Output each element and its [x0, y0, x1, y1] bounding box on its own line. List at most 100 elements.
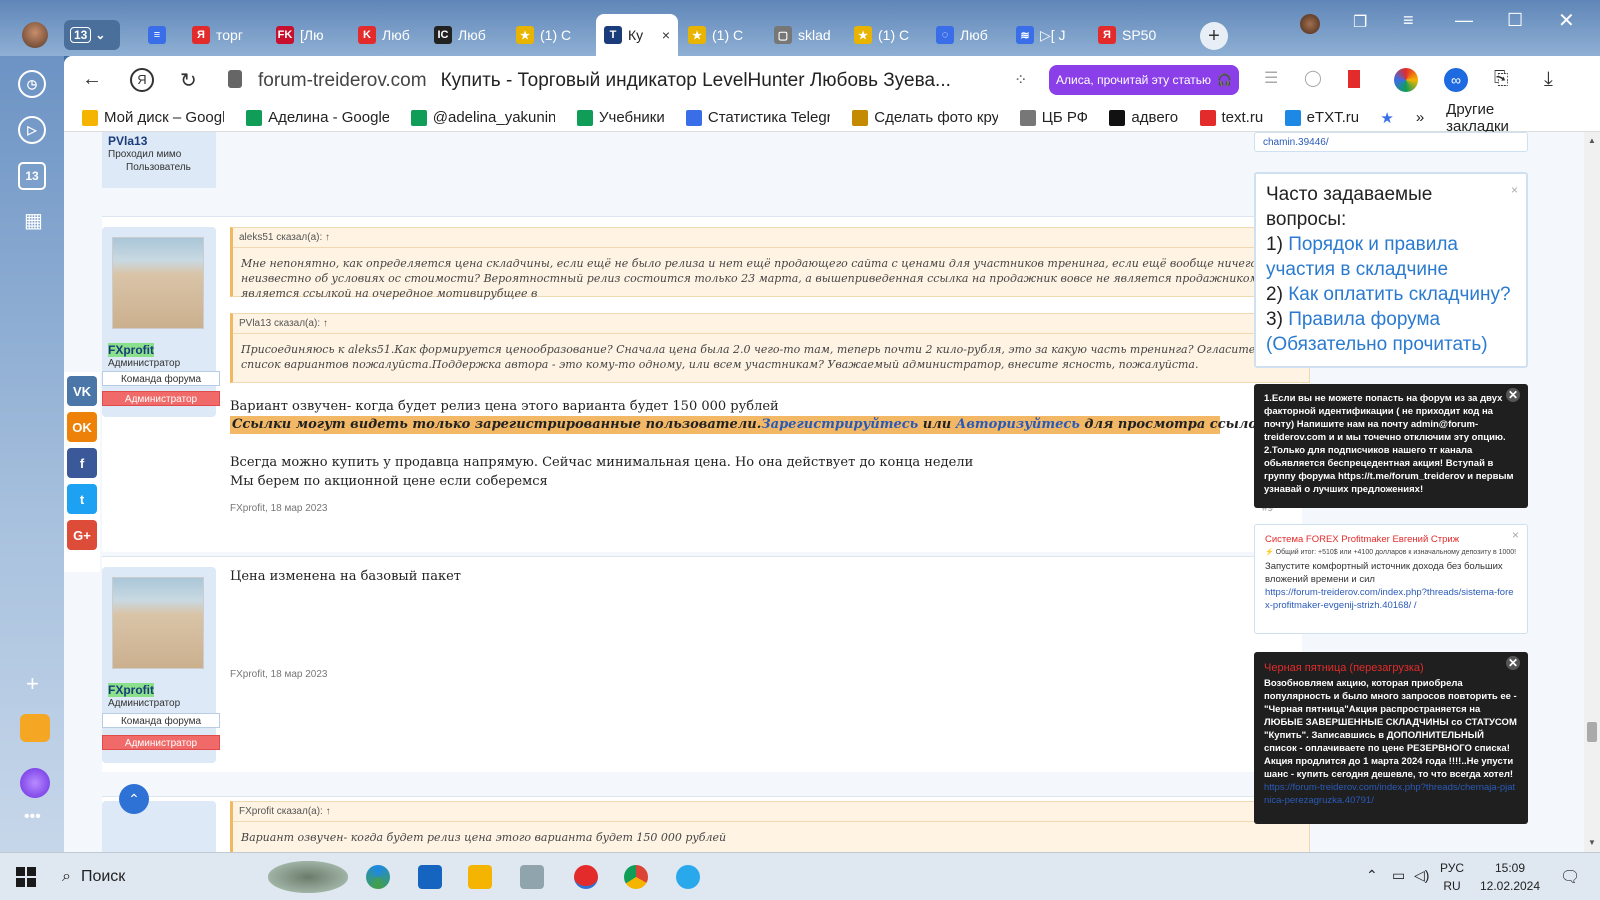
- faq-link[interactable]: Правила форума (Обязательно прочитать): [1266, 309, 1488, 355]
- bookmark-flag-icon[interactable]: [1348, 70, 1360, 88]
- download-icon[interactable]: ⤓: [1544, 68, 1553, 91]
- scrollbar-thumb[interactable]: [1587, 722, 1597, 742]
- google-plus-share-icon[interactable]: G+: [67, 520, 97, 550]
- tab[interactable]: ★ (1) С: [680, 16, 758, 54]
- close-icon[interactable]: ×: [1511, 178, 1518, 203]
- author-name[interactable]: FXprofit: [108, 343, 154, 357]
- bookmarks-more-button[interactable]: »: [1416, 109, 1424, 126]
- tab-active[interactable]: T Ку ×: [596, 14, 678, 56]
- faq-link[interactable]: Порядок и правила участия в складчине: [1266, 234, 1458, 280]
- twitter-share-icon[interactable]: t: [67, 484, 97, 514]
- alice-icon[interactable]: [20, 768, 50, 798]
- scroll-up-arrow[interactable]: ▲: [1588, 136, 1596, 145]
- author-name[interactable]: FXprofit: [108, 683, 154, 697]
- language-indicator[interactable]: РУС RU: [1440, 859, 1464, 895]
- add-panel-icon[interactable]: +: [26, 671, 39, 697]
- ok-share-icon[interactable]: OK: [67, 412, 97, 442]
- star-bookmark-icon[interactable]: ★: [1380, 109, 1393, 127]
- tab[interactable]: ★ (1) С: [508, 16, 586, 54]
- register-link[interactable]: Зарегистрируйтесь: [761, 417, 918, 432]
- bookmark-item[interactable]: eTXT.ru: [1284, 109, 1358, 126]
- collections-toolbar-icon[interactable]: ⎘: [1494, 68, 1508, 89]
- tab[interactable]: IC Люб: [426, 16, 504, 54]
- tab[interactable]: ▢ sklad: [766, 16, 844, 54]
- telegram-icon[interactable]: [676, 865, 700, 889]
- tab[interactable]: FK [Лю: [268, 16, 346, 54]
- close-window-icon[interactable]: ✕: [1558, 8, 1575, 33]
- quote-author[interactable]: PVla13 сказал(а): ↑: [233, 314, 1309, 334]
- back-icon[interactable]: ←: [82, 68, 102, 91]
- alice-read-button[interactable]: Алиса, прочитай эту статью 🎧: [1049, 65, 1239, 95]
- yandex-home-icon[interactable]: Я: [130, 68, 154, 92]
- bookmark-item[interactable]: Сделать фото кру: [852, 109, 998, 126]
- history-icon[interactable]: ◷: [18, 70, 46, 98]
- url-text[interactable]: forum-treiderov.com: [258, 70, 427, 92]
- ext-infinity-icon[interactable]: ∞: [1444, 68, 1468, 92]
- extensions-grid-icon[interactable]: ⁘: [1014, 70, 1027, 90]
- bookmark-item[interactable]: ЦБ РФ: [1019, 109, 1087, 126]
- tab[interactable]: Я SP50: [1090, 16, 1168, 54]
- faq-link[interactable]: Как оплатить складчину?: [1288, 284, 1510, 305]
- widget-link[interactable]: chamin.39446/: [1263, 137, 1329, 148]
- notifications-icon[interactable]: 🗨: [1560, 867, 1580, 887]
- forex-title[interactable]: Система FOREX Profitmaker Евгений Стриж: [1265, 533, 1517, 546]
- photos-app-icon[interactable]: [520, 865, 544, 889]
- tab[interactable]: Яторг: [184, 16, 262, 54]
- menu-icon[interactable]: ≡: [1403, 10, 1414, 31]
- quote-author[interactable]: FXprofit сказал(а): ↑: [233, 802, 1309, 822]
- file-explorer-icon[interactable]: [468, 865, 492, 889]
- ext-compass-icon[interactable]: [1394, 68, 1418, 92]
- scroll-top-button[interactable]: ⌃: [119, 784, 149, 814]
- bf-link[interactable]: https://forum-treiderov.com/index.php?th…: [1264, 781, 1518, 807]
- video-icon[interactable]: ▷: [18, 116, 46, 144]
- maximize-icon[interactable]: ☐: [1507, 10, 1523, 31]
- other-bookmarks-folder[interactable]: Другие закладки: [1446, 101, 1560, 135]
- bookmark-item[interactable]: Учебники: [577, 109, 664, 126]
- close-icon[interactable]: ✕: [1506, 656, 1520, 670]
- vk-share-icon[interactable]: VK: [67, 376, 97, 406]
- bookmark-item[interactable]: @adelina_yakunin: [410, 109, 555, 126]
- edge-icon[interactable]: [366, 865, 390, 889]
- tab-count-button[interactable]: 13 ⌄: [64, 20, 120, 50]
- mail-icon[interactable]: [20, 714, 50, 742]
- user-avatar-small[interactable]: [1300, 14, 1320, 34]
- new-tab-button[interactable]: +: [1200, 22, 1228, 50]
- news-app-icon[interactable]: [418, 865, 442, 889]
- chrome-icon[interactable]: [624, 865, 648, 889]
- close-icon[interactable]: ✕: [1506, 388, 1520, 402]
- post-meta[interactable]: FXprofit, 18 мар 2023: [230, 669, 328, 680]
- tray-chevron-icon[interactable]: ⌃: [1366, 867, 1378, 884]
- yandex-browser-icon[interactable]: [574, 865, 598, 889]
- profile-avatar[interactable]: [22, 22, 48, 48]
- facebook-share-icon[interactable]: f: [67, 448, 97, 478]
- more-icon[interactable]: •••: [24, 808, 41, 826]
- tab[interactable]: ★ (1) С: [846, 16, 924, 54]
- tabs-count-icon[interactable]: 13: [18, 162, 46, 190]
- tab[interactable]: ≋ ▷[ J: [1008, 16, 1086, 54]
- page-scrollbar[interactable]: ▲ ▼: [1584, 132, 1600, 852]
- bookmark-item[interactable]: Статистика Telegr: [685, 109, 830, 126]
- scroll-down-arrow[interactable]: ▼: [1588, 838, 1596, 847]
- minimize-icon[interactable]: —: [1455, 10, 1473, 31]
- author-name[interactable]: PVla13: [108, 134, 147, 148]
- bookmark-item[interactable]: Аделина - Google: [246, 109, 389, 126]
- comment-icon[interactable]: ◯: [1304, 68, 1322, 88]
- bookmark-item[interactable]: адвего: [1109, 109, 1178, 126]
- reload-icon[interactable]: ↻: [180, 68, 197, 93]
- forex-link[interactable]: https://forum-treiderov.com/index.php?th…: [1265, 586, 1517, 612]
- clock[interactable]: 15:09 12.02.2024: [1478, 859, 1542, 895]
- avatar[interactable]: [112, 577, 204, 669]
- apps-grid-icon[interactable]: ▦: [24, 208, 43, 233]
- login-link[interactable]: Авторизуйтесь: [956, 417, 1080, 432]
- quote-author[interactable]: aleks51 сказал(а): ↑: [233, 228, 1309, 248]
- avatar[interactable]: [112, 237, 204, 329]
- tab-close-icon[interactable]: ×: [662, 27, 670, 43]
- tab[interactable]: K Люб: [350, 16, 428, 54]
- tray-network-icon[interactable]: ▭: [1392, 867, 1405, 884]
- bookmark-item[interactable]: text.ru: [1199, 109, 1263, 126]
- tray-volume-icon[interactable]: ◁): [1414, 867, 1429, 884]
- post-meta[interactable]: FXprofit, 18 мар 2023: [230, 503, 328, 514]
- windows-start-icon[interactable]: [16, 867, 36, 887]
- bf-title[interactable]: Черная пятница (перезагрузка): [1264, 662, 1518, 675]
- collections-icon[interactable]: ❐: [1353, 12, 1367, 32]
